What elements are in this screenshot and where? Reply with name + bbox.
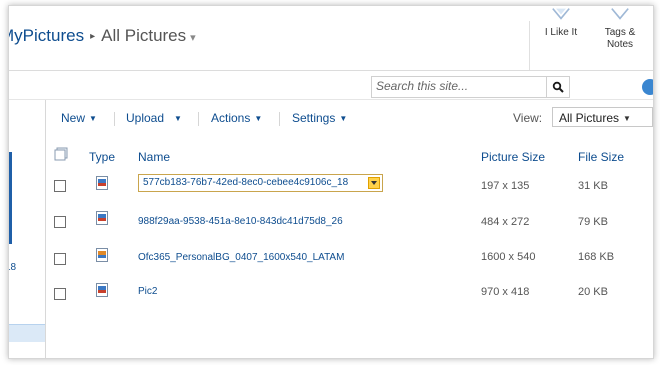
view-select-caret-icon: ▼ xyxy=(623,114,631,123)
picture-file-icon xyxy=(96,211,108,225)
app-window: MyPictures ▸ All Pictures ▾ I Like It Tags … xyxy=(8,5,654,359)
chevron-down-icon xyxy=(371,181,377,185)
search-divider xyxy=(9,99,653,100)
search-box xyxy=(371,76,570,98)
breadcrumb: MyPictures ▸ All Pictures ▾ xyxy=(9,26,196,46)
left-nav-truncated-text[interactable]: - 18 xyxy=(9,250,17,274)
view-select[interactable]: All Pictures ▼ xyxy=(552,107,653,127)
left-nav-selection-bar xyxy=(9,152,12,244)
row-file-size: 79 KB xyxy=(578,216,608,228)
ribbon-divider xyxy=(529,21,530,71)
new-caret-icon: ▼ xyxy=(89,114,97,123)
row-picture-size: 484 x 272 xyxy=(481,216,530,228)
picture-file-icon xyxy=(96,283,108,297)
row-file-size: 31 KB xyxy=(578,180,608,192)
actions-menu[interactable]: Actions ▼ xyxy=(211,111,262,125)
row-picture-size: 197 x 135 xyxy=(481,180,530,192)
thumbs-up-icon xyxy=(552,8,570,20)
row-checkbox[interactable] xyxy=(54,216,66,228)
breadcrumb-current: All Pictures xyxy=(101,26,187,45)
row-checkbox[interactable] xyxy=(54,288,66,300)
column-header-name[interactable]: Name xyxy=(138,150,170,164)
upload-caret-icon: ▼ xyxy=(174,114,182,123)
select-all-icon[interactable] xyxy=(54,147,68,161)
upload-label: Upload xyxy=(126,111,165,125)
breadcrumb-site-link[interactable]: MyPictures xyxy=(9,26,84,45)
breadcrumb-separator-icon: ▸ xyxy=(90,31,96,42)
settings-label: Settings xyxy=(292,111,336,125)
actions-caret-icon: ▼ xyxy=(254,114,263,123)
row-name[interactable]: 577cb183-76b7-42ed-8ec0-cebee4c9106c_18 xyxy=(143,177,348,188)
new-menu[interactable]: New ▼ xyxy=(61,111,97,125)
column-header-type[interactable]: Type xyxy=(89,150,115,164)
view-select-value: All Pictures xyxy=(559,111,620,125)
picture-file-icon xyxy=(96,248,108,262)
view-label: View: xyxy=(513,111,543,125)
toolbar-separator xyxy=(114,112,115,126)
row-name[interactable]: Pic2 xyxy=(138,286,157,297)
tag-icon xyxy=(611,8,629,20)
row-name[interactable]: Ofc365_PersonalBG_0407_1600x540_LATAM xyxy=(138,252,344,263)
search-input[interactable] xyxy=(372,77,536,95)
toolbar-separator xyxy=(198,112,199,126)
search-button[interactable] xyxy=(546,77,569,97)
row-checkbox[interactable] xyxy=(54,253,66,265)
upload-menu[interactable]: Upload ▼ xyxy=(126,111,182,125)
row-picture-size: 970 x 418 xyxy=(481,286,530,298)
row-name[interactable]: 988f29aa-9538-451a-8e10-843dc41d75d8_26 xyxy=(138,216,343,227)
row-picture-size: 1600 x 540 xyxy=(481,251,536,263)
tags-label-line2: Notes xyxy=(606,39,634,50)
magnifier-icon xyxy=(552,81,564,93)
actions-label: Actions xyxy=(211,111,251,125)
edit-menu-button[interactable] xyxy=(368,177,380,189)
left-nav-text-line2: 18 xyxy=(9,262,17,273)
column-header-file-size[interactable]: File Size xyxy=(578,150,624,164)
row-file-size: 168 KB xyxy=(578,251,615,263)
left-nav-highlight xyxy=(9,324,45,342)
settings-menu[interactable]: Settings ▼ xyxy=(292,111,347,125)
i-like-it-button[interactable]: I Like It xyxy=(536,7,586,39)
settings-caret-icon: ▼ xyxy=(339,114,348,123)
header-divider xyxy=(9,70,653,71)
i-like-it-label: I Like It xyxy=(544,27,578,38)
picture-file-icon xyxy=(96,176,108,190)
view-dropdown-icon[interactable]: ▾ xyxy=(190,32,196,44)
new-label: New xyxy=(61,111,86,125)
help-icon[interactable] xyxy=(642,79,653,95)
row-file-size: 20 KB xyxy=(578,286,608,298)
left-navigation xyxy=(9,100,46,358)
toolbar-separator xyxy=(279,112,280,126)
tags-notes-button[interactable]: Tags & Notes xyxy=(595,7,645,51)
tags-label-line1: Tags & xyxy=(604,27,636,38)
column-header-picture-size[interactable]: Picture Size xyxy=(481,150,545,164)
name-edit-box[interactable]: 577cb183-76b7-42ed-8ec0-cebee4c9106c_18 xyxy=(138,174,383,192)
row-checkbox[interactable] xyxy=(54,180,66,192)
